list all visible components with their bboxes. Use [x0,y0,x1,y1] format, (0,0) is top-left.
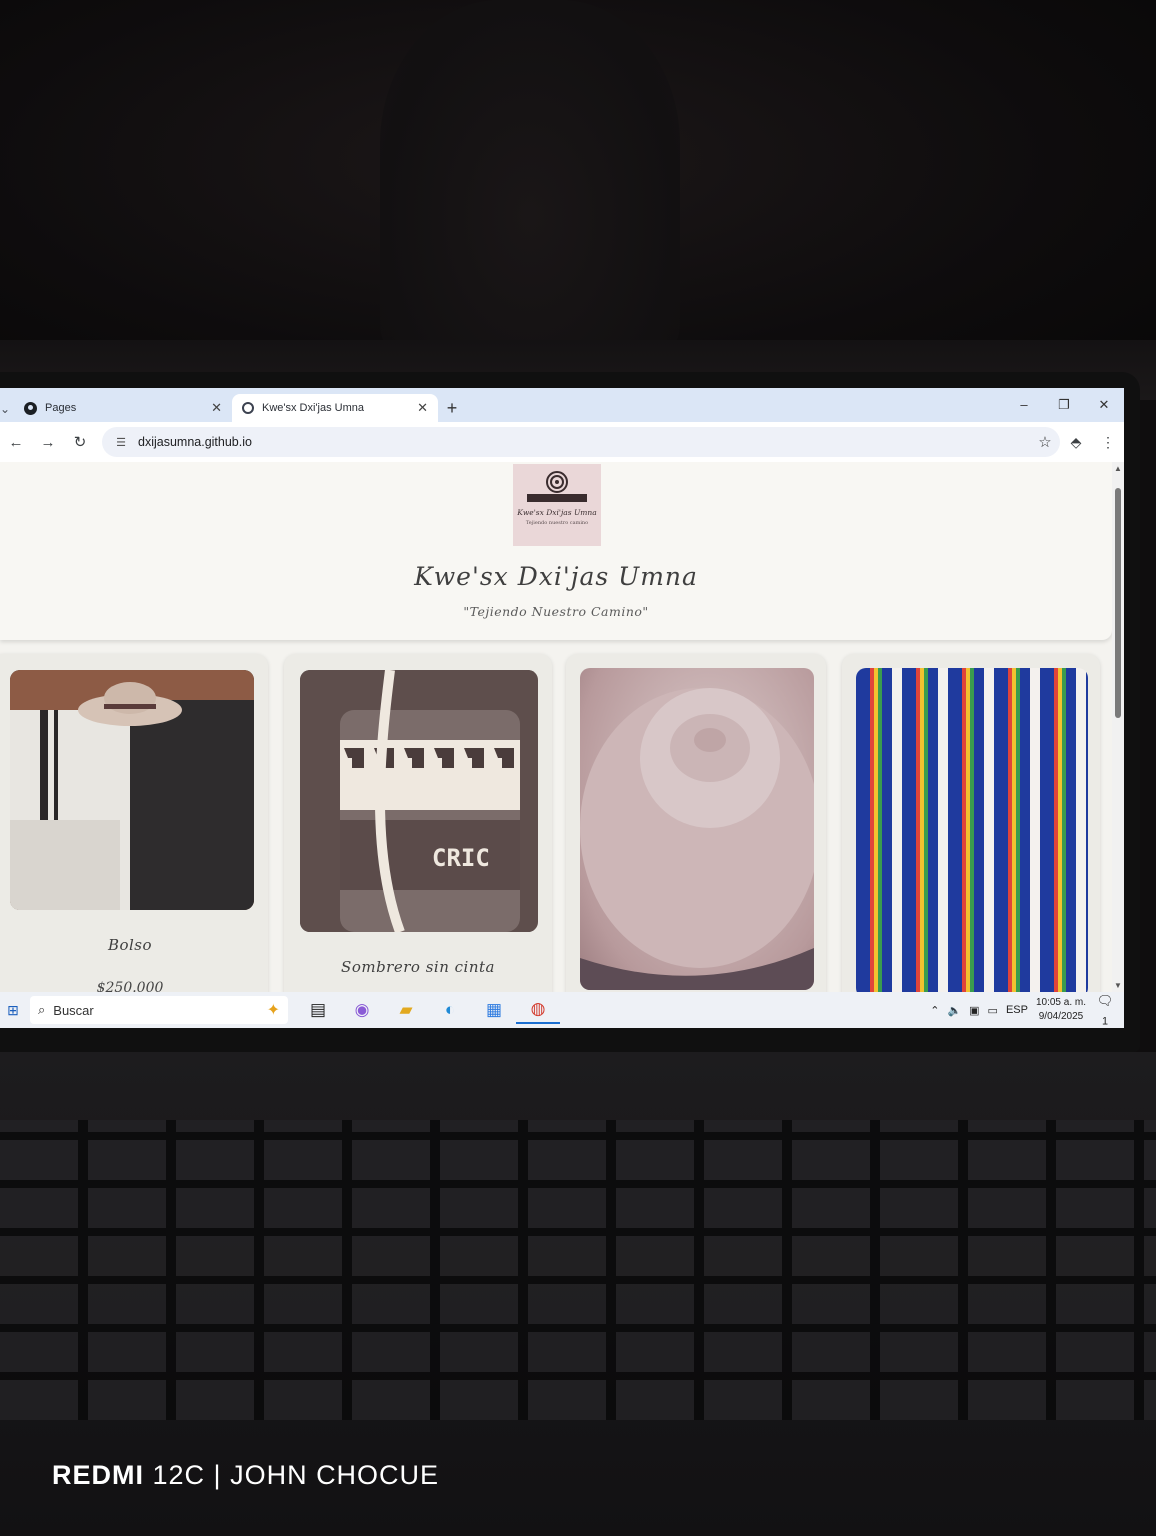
close-window-icon[interactable]: ✕ [1084,388,1124,422]
show-hidden-icons-icon[interactable]: ⌃ [930,1004,939,1017]
browser-toolbar: ← → ↻ ☰ dxijasumna.github.io ☆ ⬘ ⋮ [0,422,1124,462]
site-logo[interactable]: Kwe'sx Dxi'jas Umna Tejiendo nuestro cam… [513,464,601,546]
woven-bag-photo[interactable]: CRIC [300,670,538,932]
search-placeholder: Buscar [53,1002,94,1018]
logo-pattern-bar [527,494,587,502]
watermark-brand: REDMI [52,1460,144,1490]
windows-start-icon[interactable]: ⊞ [0,1002,26,1019]
volume-icon[interactable]: 🔈 [947,1004,961,1017]
straw-hat-photo[interactable] [580,668,814,990]
laptop-keyboard [0,1120,1156,1420]
product-title: Sombrero sin cinta [341,958,495,976]
address-url[interactable]: dxijasumna.github.io [138,435,1030,449]
reload-icon[interactable]: ↻ [64,433,96,451]
notification-count: 1 [1101,1015,1109,1028]
laptop-screen: ⌄ Pages ✕ Kwe'sx Dxi'jas Umna ✕ + – ❐ ✕ … [0,388,1124,1028]
scroll-up-icon[interactable]: ▲ [1114,464,1122,473]
extension-icon[interactable]: ⬘ [1060,434,1092,451]
product-price: $250.000 [96,980,164,992]
logo-tagline: Tejiendo nuestro camino [525,520,589,526]
clock-time: 10:05 a. m. [1035,997,1086,1008]
language-indicator[interactable]: ESP [1006,1004,1028,1016]
tab-label: Kwe'sx Dxi'jas Umna [262,402,365,414]
copilot-icon[interactable]: ◉ [340,1000,384,1020]
site-header: Kwe'sx Dxi'jas Umna Tejiendo nuestro cam… [0,462,1112,640]
close-tab-icon[interactable]: ✕ [211,400,222,416]
product-card[interactable]: Bolso $250.000 [0,654,268,992]
minimize-icon[interactable]: – [1004,388,1044,422]
background-object [380,0,680,360]
scroll-down-icon[interactable]: ▼ [1114,981,1122,990]
tab-kwesx[interactable]: Kwe'sx Dxi'jas Umna ✕ [232,394,438,422]
network-icon[interactable]: ▣ [969,1004,979,1017]
tab-pages[interactable]: Pages ✕ [14,394,232,422]
clock[interactable]: 10:05 a. m. 9/04/2025 [1036,996,1086,1024]
github-icon [24,401,37,415]
site-info-icon[interactable]: ☰ [108,436,134,449]
taskbar-search[interactable]: ⌕ Buscar ✦ [30,996,288,1024]
site-tagline: "Tejiendo Nuestro Camino" [463,604,649,619]
close-tab-icon[interactable]: ✕ [417,400,428,416]
logo-name: Kwe'sx Dxi'jas Umna [517,508,597,517]
edge-icon[interactable]: ◐ [428,1000,472,1020]
windows-taskbar: ⊞ ⌕ Buscar ✦ ▤ ◉ ▰ ◐ ▦ ◍ ⌃ 🔈 ▣ ▭ ESP 10:… [0,992,1124,1028]
globe-icon [242,402,254,414]
poncho-hat-illustration [10,670,254,910]
bag-weave-text: CRIC [432,844,490,872]
search-icon: ⌕ [38,1002,46,1017]
back-arrow-icon[interactable]: ← [0,434,32,451]
watermark-text: 12C | JOHN CHOCUE [152,1460,440,1490]
tab-label: Pages [45,402,77,414]
woven-belts-photo[interactable] [856,668,1088,992]
system-tray: ⌃ 🔈 ▣ ▭ ESP 10:05 a. m. 9/04/2025 🗨1 [930,993,1124,1028]
product-title: Bolso [107,936,153,954]
copilot-sparkle-icon[interactable]: ✦ [267,1000,280,1020]
tab-search-icon[interactable]: ⌄ [0,396,14,422]
chrome-icon[interactable]: ◍ [516,996,560,1024]
window-controls: – ❐ ✕ [1004,388,1124,422]
notification-icon[interactable]: 🗨1 [1094,993,1116,1028]
camera-watermark: REDMI 12C | JOHN CHOCUE [52,1460,439,1491]
clock-date: 9/04/2025 [1038,1011,1084,1022]
file-explorer-icon[interactable]: ▰ [384,1000,428,1020]
restore-icon[interactable]: ❐ [1044,388,1084,422]
task-view-icon[interactable]: ▤ [296,1000,340,1020]
bookmark-star-icon[interactable]: ☆ [1030,433,1060,451]
straw-hat-illustration [580,688,814,990]
scroll-thumb[interactable] [1115,488,1121,718]
product-card[interactable] [842,654,1100,992]
product-card[interactable] [566,654,826,992]
poncho-and-hat-photo[interactable] [10,670,254,910]
battery-icon[interactable]: ▭ [988,1004,998,1017]
web-page: Kwe'sx Dxi'jas Umna Tejiendo nuestro cam… [0,462,1112,992]
site-title: Kwe'sx Dxi'jas Umna [414,562,698,591]
woven-bag-illustration: CRIC [300,670,538,932]
forward-arrow-icon[interactable]: → [32,434,64,451]
spiral-icon [546,471,568,493]
page-scrollbar[interactable]: ▲ ▼ [1112,462,1124,992]
document-app-icon[interactable]: ▦ [472,1000,516,1020]
new-tab-button[interactable]: + [438,394,466,422]
tab-bar: ⌄ Pages ✕ Kwe'sx Dxi'jas Umna ✕ + – ❐ ✕ [0,388,1124,422]
menu-icon[interactable]: ⋮ [1092,434,1124,451]
product-card[interactable]: CRIC Sombrero sin cinta [284,654,552,992]
address-bar[interactable]: ☰ dxijasumna.github.io ☆ [102,427,1060,457]
